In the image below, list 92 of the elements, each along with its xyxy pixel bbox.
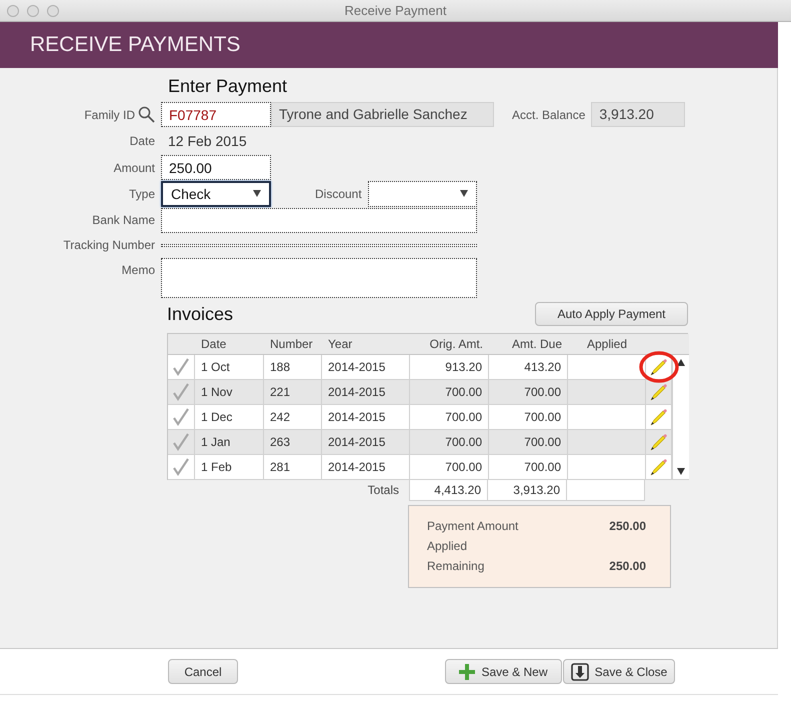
total-cell: 4,413.20 <box>409 480 488 501</box>
summary-value: 250.00 <box>609 559 646 575</box>
checkmark-icon[interactable] <box>172 458 190 476</box>
column-header: Number <box>264 334 322 355</box>
table-cell: 2014-2015 <box>322 380 410 405</box>
minimize-button[interactable] <box>27 4 39 16</box>
table-cell: 2014-2015 <box>322 430 410 455</box>
table-cell: 700.00 <box>410 405 489 430</box>
table-cell: 242 <box>264 405 322 430</box>
memo-field[interactable] <box>161 258 477 298</box>
table-cell: 1 Jan <box>195 430 264 455</box>
checkmark-icon[interactable] <box>172 383 190 401</box>
table-cell[interactable] <box>568 455 646 480</box>
family-name-field: Tyrone and Gabrielle Sanchez <box>271 102 494 127</box>
close-button[interactable] <box>7 4 19 16</box>
column-header: Orig. Amt. <box>410 334 489 355</box>
table-cell: 700.00 <box>410 430 489 455</box>
cancel-button[interactable]: Cancel <box>168 659 238 684</box>
field-label: Memo <box>122 263 155 277</box>
amount-field[interactable]: 250.00 <box>161 155 271 180</box>
table-cell: 263 <box>264 430 322 455</box>
table-cell[interactable] <box>568 355 646 380</box>
pencil-icon[interactable] <box>650 433 668 451</box>
summary-label: Payment Amount <box>427 519 518 535</box>
column-header: Date <box>195 334 264 355</box>
table-cell: 188 <box>264 355 322 380</box>
table-cell: 2014-2015 <box>322 405 410 430</box>
table-cell: 1 Oct <box>195 355 264 380</box>
field-label: Acct. Balance <box>512 108 586 122</box>
pencil-icon[interactable] <box>650 358 668 376</box>
caret-icon <box>460 190 468 197</box>
field-label: Family ID <box>84 108 135 122</box>
section-heading: Invoices <box>167 304 234 324</box>
family-id-field[interactable]: F07787 <box>161 102 271 127</box>
field-label: Tracking Number <box>63 238 155 252</box>
scrollbar[interactable] <box>672 355 689 480</box>
table-cell: 413.20 <box>489 355 568 380</box>
save-close-button[interactable]: Save & Close <box>563 659 675 684</box>
table-cell[interactable] <box>568 430 646 455</box>
summary-label: Applied <box>427 539 468 555</box>
section-heading: Enter Payment <box>168 76 288 96</box>
table-cell: 700.00 <box>489 380 568 405</box>
bank-name-field[interactable] <box>161 208 477 232</box>
table-cell[interactable] <box>568 380 646 405</box>
summary-label: Remaining <box>427 559 484 575</box>
tracking-number-field[interactable] <box>161 244 477 246</box>
total-cell: 3,913.20 <box>488 480 567 501</box>
window-title: Receive Payment <box>344 3 448 18</box>
field-label: Type <box>128 186 155 200</box>
scroll-down-icon[interactable] <box>677 468 685 475</box>
page-title: RECEIVE PAYMENTS <box>30 33 240 57</box>
save-new-button[interactable]: Save & New <box>445 659 562 684</box>
table-cell: 700.00 <box>489 455 568 480</box>
table-cell: 700.00 <box>489 405 568 430</box>
table-cell: 1 Feb <box>195 455 264 480</box>
date-value: 12 Feb 2015 <box>168 133 247 149</box>
table-cell: 1 Dec <box>195 405 264 430</box>
pencil-icon[interactable] <box>650 458 668 476</box>
table-cell: 700.00 <box>410 455 489 480</box>
discount-dropdown[interactable] <box>368 180 477 206</box>
table-cell: 700.00 <box>489 430 568 455</box>
field-label: Date <box>130 134 155 148</box>
caret-icon <box>253 190 261 197</box>
balance-field: 3,913.20 <box>591 102 686 127</box>
table-cell: 700.00 <box>410 380 489 405</box>
table-cell: 913.20 <box>410 355 489 380</box>
column-header: Amt. Due <box>489 334 568 355</box>
field-label: Amount <box>114 160 155 174</box>
column-header: Applied <box>568 334 646 355</box>
search-icon[interactable] <box>138 106 155 123</box>
summary-value: 250.00 <box>609 519 646 535</box>
table-cell: 2014-2015 <box>322 455 410 480</box>
checkmark-icon[interactable] <box>172 408 190 426</box>
field-label: Bank Name <box>92 213 155 227</box>
scroll-up-icon[interactable] <box>677 359 685 366</box>
table-cell: 221 <box>264 380 322 405</box>
pencil-icon[interactable] <box>650 383 668 401</box>
save-icon <box>570 662 589 680</box>
type-dropdown[interactable]: Check <box>161 180 271 206</box>
table-cell: 281 <box>264 455 322 480</box>
checkmark-icon[interactable] <box>172 433 190 451</box>
zoom-button[interactable] <box>47 4 59 16</box>
plus-icon <box>459 664 476 680</box>
table-cell: 1 Nov <box>195 380 264 405</box>
field-label: Discount <box>315 186 362 200</box>
column-header: Year <box>322 334 410 355</box>
pencil-icon[interactable] <box>650 408 668 426</box>
auto-apply-button[interactable]: Auto Apply Payment <box>535 302 688 326</box>
table-cell: 2014-2015 <box>322 355 410 380</box>
checkmark-icon[interactable] <box>172 358 190 376</box>
totals-label: Totals <box>366 482 400 499</box>
table-cell[interactable] <box>568 405 646 430</box>
